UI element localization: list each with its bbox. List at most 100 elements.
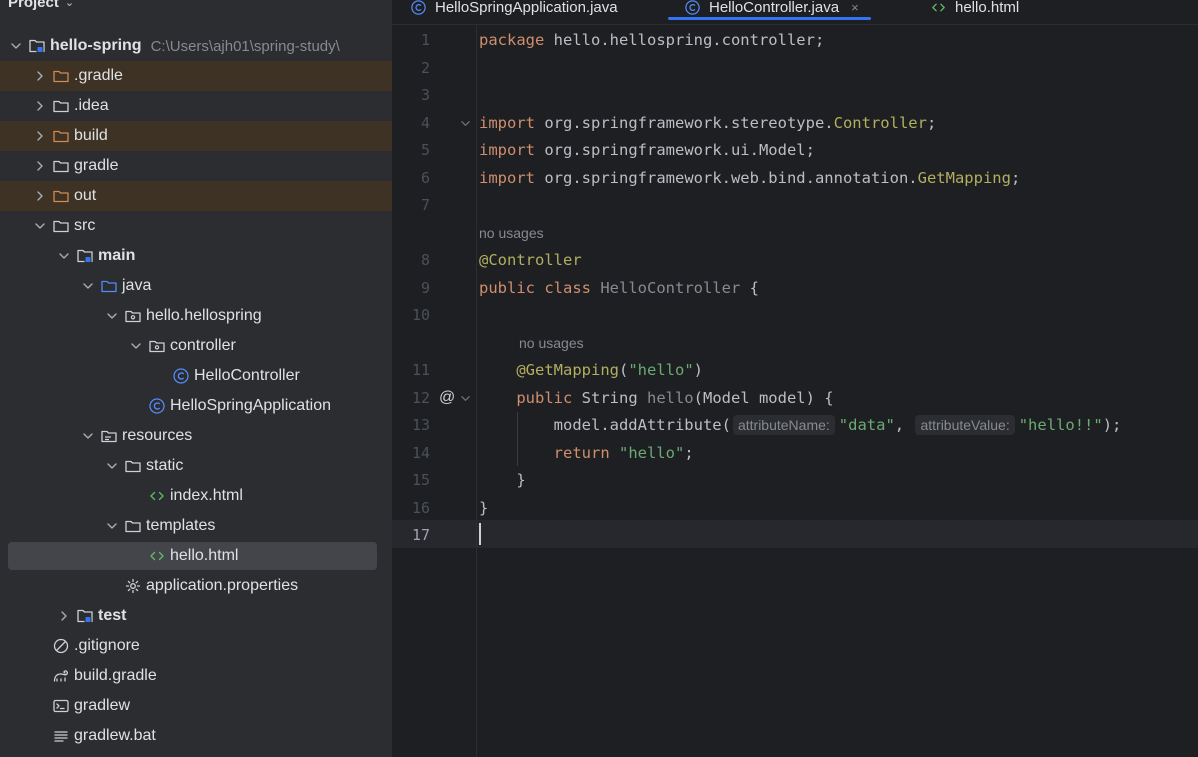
chevron-right-icon[interactable] bbox=[32, 128, 48, 144]
code-line[interactable]: 11 @GetMapping("hello") bbox=[392, 356, 1198, 384]
chevron-right-icon[interactable] bbox=[32, 188, 48, 204]
chevron-down-icon[interactable] bbox=[8, 38, 24, 54]
folder-icon bbox=[52, 157, 70, 175]
code-line[interactable]: 4 import org.springframework.stereotype.C… bbox=[392, 109, 1198, 137]
chevron-down-icon[interactable] bbox=[104, 308, 120, 324]
tree-item-label: src bbox=[74, 217, 96, 234]
code-line[interactable]: 15 } bbox=[392, 466, 1198, 494]
usage-hint[interactable]: no usages bbox=[519, 333, 584, 353]
chevron-right-icon[interactable] bbox=[32, 68, 48, 84]
chevron-right-icon[interactable] bbox=[56, 608, 72, 624]
class-icon bbox=[410, 0, 427, 16]
code-line[interactable]: 6 import org.springframework.web.bind.ann… bbox=[392, 164, 1198, 192]
tree-item-build[interactable]: build bbox=[0, 121, 392, 151]
code-line[interactable]: 8 @Controller bbox=[392, 246, 1198, 274]
code-line[interactable]: 16} bbox=[392, 494, 1198, 522]
code-line[interactable]: 9 public class HelloController { bbox=[392, 274, 1198, 302]
chevron-down-icon[interactable] bbox=[56, 248, 72, 264]
code-line[interactable]: 7 bbox=[392, 191, 1198, 219]
tree-item-hello-hellospring[interactable]: hello.hellospring bbox=[0, 301, 392, 331]
project-panel-header[interactable]: Project ⌄ bbox=[8, 0, 74, 12]
tree-item-label: resources bbox=[122, 427, 193, 444]
module-folder-icon bbox=[76, 607, 94, 625]
chevron-down-icon[interactable] bbox=[104, 458, 120, 474]
tree-item-src[interactable]: src bbox=[0, 211, 392, 241]
tree-item-idea[interactable]: .idea bbox=[0, 91, 392, 121]
editor-area: HelloSpringApplication.java HelloControll… bbox=[392, 0, 1198, 757]
code-line[interactable]: 1 package hello.hellospring.controller; bbox=[392, 26, 1198, 54]
code-token: , bbox=[894, 416, 914, 434]
code-line[interactable]: 14 return "hello"; bbox=[392, 439, 1198, 467]
tree-item-hello-spring[interactable]: hello-spring C:\Users\ajh01\spring-study\ bbox=[0, 31, 392, 61]
chevron-down-icon[interactable] bbox=[80, 278, 96, 294]
tree-item-label: main bbox=[98, 247, 136, 264]
code-line[interactable]: 3 bbox=[392, 81, 1198, 109]
code-line[interactable]: 2 bbox=[392, 54, 1198, 82]
html-file-icon bbox=[148, 487, 166, 505]
class-icon bbox=[684, 0, 701, 16]
class-icon bbox=[172, 367, 190, 385]
code-token: "hello!!" bbox=[1018, 416, 1103, 434]
code-line[interactable]: 12 @ public String hello(Model model) { bbox=[392, 384, 1198, 412]
code-text: import org.springframework.web.bind.anno… bbox=[479, 164, 1020, 192]
code-line[interactable]: 17 bbox=[392, 521, 1198, 549]
tree-item-gitignore[interactable]: .gitignore bbox=[0, 631, 392, 661]
tree-item-resources[interactable]: resources bbox=[0, 421, 392, 451]
chevron-right-icon[interactable] bbox=[32, 98, 48, 114]
chevron-down-icon[interactable] bbox=[80, 428, 96, 444]
tree-item-gradlew-bat[interactable]: gradlew.bat bbox=[0, 721, 392, 751]
ignore-file-icon bbox=[52, 637, 70, 655]
tree-item-hellocontroller[interactable]: HelloController bbox=[0, 361, 392, 391]
chevron-down-icon[interactable] bbox=[32, 218, 48, 234]
tab-hellocontroller-java[interactable]: HelloController.java × bbox=[668, 0, 871, 22]
request-mapping-gutter-icon[interactable]: @ bbox=[439, 384, 455, 412]
code-token: org.springframework.web.bind.annotation. bbox=[544, 168, 918, 187]
chevron-right-icon[interactable] bbox=[32, 158, 48, 174]
tree-arrow-spacer bbox=[32, 638, 48, 654]
chevron-down-icon[interactable] bbox=[128, 338, 144, 354]
tree-item-controller[interactable]: controller bbox=[0, 331, 392, 361]
code-token: import bbox=[479, 141, 535, 159]
usage-hint[interactable]: no usages bbox=[479, 223, 544, 243]
line-number: 10 bbox=[411, 306, 430, 324]
tree-item-main[interactable]: main bbox=[0, 241, 392, 271]
code-token: import bbox=[479, 113, 535, 132]
tab-hellospringapplication-java[interactable]: HelloSpringApplication.java bbox=[410, 0, 618, 22]
code-token: hello bbox=[646, 388, 694, 407]
tree-item-out[interactable]: out bbox=[0, 181, 392, 211]
tree-item-build-gradle[interactable]: build.gradle bbox=[0, 661, 392, 691]
code-text: return "hello"; bbox=[479, 439, 694, 467]
tree-item-label: gradle bbox=[74, 157, 119, 174]
fold-chevron-icon[interactable] bbox=[460, 109, 471, 137]
chevron-down-icon[interactable] bbox=[104, 518, 120, 534]
tab-hello-html[interactable]: hello.html bbox=[930, 0, 1019, 22]
tree-item-label: static bbox=[146, 457, 184, 474]
close-icon[interactable]: × bbox=[851, 0, 859, 15]
folder-icon bbox=[124, 457, 142, 475]
line-number: 5 bbox=[420, 141, 430, 159]
tree-item-java[interactable]: java bbox=[0, 271, 392, 301]
tree-item-test[interactable]: test bbox=[0, 601, 392, 631]
code-token: return bbox=[553, 443, 619, 462]
code-line[interactable]: 13 model.addAttribute(attributeName: "dat… bbox=[392, 411, 1198, 439]
code-token: org.springframework.stereotype. bbox=[544, 113, 834, 132]
tree-item-templates[interactable]: templates bbox=[0, 511, 392, 541]
fold-chevron-icon[interactable] bbox=[460, 384, 471, 412]
code-line[interactable]: 5 import org.springframework.ui.Model; bbox=[392, 136, 1198, 164]
tree-item-hello-html[interactable]: hello.html bbox=[0, 541, 392, 571]
tree-item-label: java bbox=[122, 277, 152, 294]
tree-item-application-properties[interactable]: application.properties bbox=[0, 571, 392, 601]
line-number: 4 bbox=[420, 113, 430, 132]
tree-item-gradlew[interactable]: gradlew bbox=[0, 691, 392, 721]
project-panel: Project ⌄ hello-spring C:\Users\ajh01\spr… bbox=[0, 0, 392, 757]
code-line[interactable]: 10 bbox=[392, 301, 1198, 329]
code-token: package bbox=[479, 31, 545, 49]
tree-item-gradle[interactable]: gradle bbox=[0, 151, 392, 181]
tree-item-index-html[interactable]: index.html bbox=[0, 481, 392, 511]
tree-item-hellospringapplication[interactable]: HelloSpringApplication bbox=[0, 391, 392, 421]
tree-item-gradle[interactable]: .gradle bbox=[0, 61, 392, 91]
tree-item-static[interactable]: static bbox=[0, 451, 392, 481]
folder-icon bbox=[52, 187, 70, 205]
code-text: model.addAttribute(attributeName: "data",… bbox=[479, 411, 1121, 439]
